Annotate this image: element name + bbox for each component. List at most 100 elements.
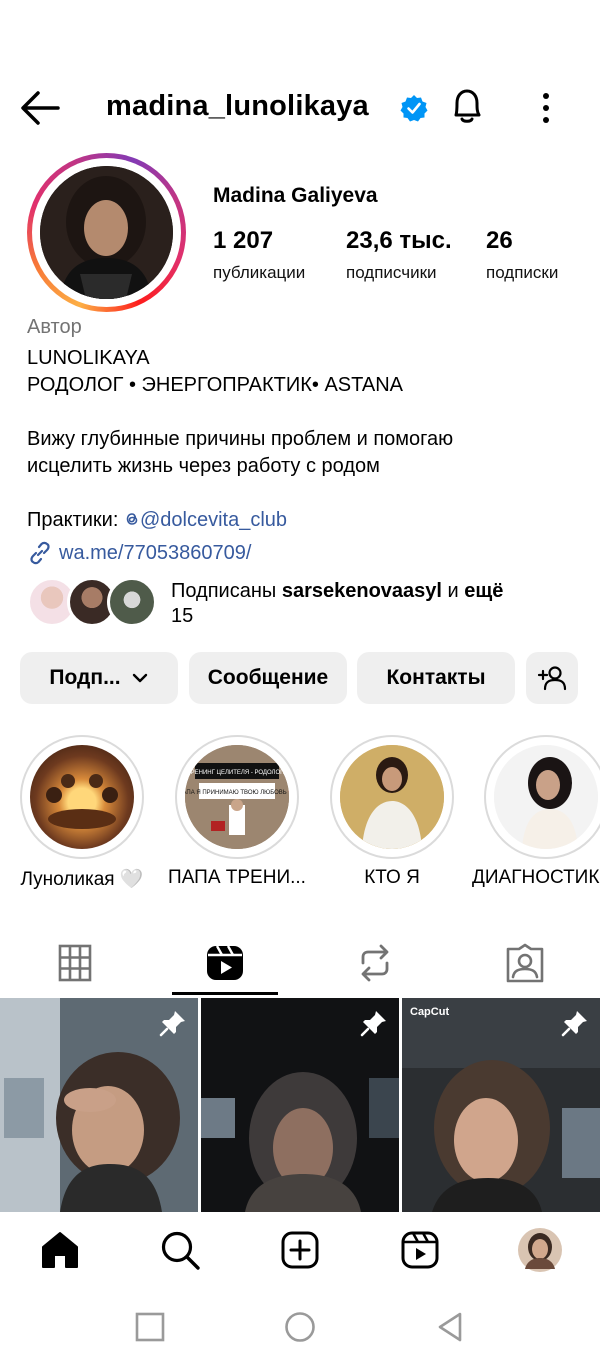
followed-count: 15 xyxy=(171,605,194,627)
reel-thumbnail[interactable] xyxy=(0,998,198,1212)
link-icon xyxy=(30,541,50,565)
followed-mid: и xyxy=(441,580,465,602)
recent-apps-icon[interactable] xyxy=(133,1310,167,1344)
practice-handle-text: @dolcevita_club xyxy=(139,509,288,531)
highlight-cover-art xyxy=(340,745,444,849)
add-user-icon xyxy=(537,666,567,691)
followed-user: sarsekenovaasyl xyxy=(281,580,442,602)
highlight-cover: ТРЕНИНГ ЦЕЛИТЕЛЯ - РОДОЛОГА ПАПА Я ПРИНИ… xyxy=(185,745,289,849)
tab-tagged[interactable] xyxy=(450,930,600,996)
profile-full-name: Madina Galiyeva xyxy=(213,184,378,207)
highlight-ring xyxy=(20,735,144,859)
tagged-icon xyxy=(506,943,544,983)
highlight-cover-art: ТРЕНИНГ ЦЕЛИТЕЛЯ - РОДОЛОГА ПАПА Я ПРИНИ… xyxy=(185,745,289,849)
bio-line xyxy=(27,480,587,507)
followed-prefix: Подписаны xyxy=(171,580,282,602)
contacts-button-label: Контакты xyxy=(386,666,486,689)
stat-following-value: 26 xyxy=(486,227,513,254)
highlight-label: ПАПА ТРЕНИ... xyxy=(168,867,306,888)
stat-followers-label: подписчики xyxy=(346,263,437,282)
bottom-navigation xyxy=(0,1212,600,1288)
reel-thumbnail[interactable] xyxy=(201,998,399,1212)
home-circle-icon[interactable] xyxy=(283,1310,317,1344)
highlight-cover-art xyxy=(46,774,118,829)
back-arrow-icon[interactable] xyxy=(18,88,62,128)
story-highlight[interactable]: ТРЕНИНГ ЦЕЛИТЕЛЯ - РОДОЛОГА ПАПА Я ПРИНИ… xyxy=(168,735,306,889)
stat-posts-label: публикации xyxy=(213,263,306,282)
nav-create[interactable] xyxy=(276,1226,324,1274)
profile-avatar-story-ring[interactable] xyxy=(27,153,186,312)
repost-icon xyxy=(361,944,389,982)
story-highlight[interactable]: ДИАГНОСТИК xyxy=(472,735,600,889)
nav-reels[interactable] xyxy=(396,1226,444,1274)
vertical-dots-icon[interactable] xyxy=(532,90,560,126)
story-highlight[interactable]: КТО Я xyxy=(329,735,455,889)
search-icon xyxy=(161,1231,200,1270)
nav-home[interactable] xyxy=(36,1226,84,1274)
home-icon xyxy=(42,1232,78,1268)
system-navigation-bar xyxy=(0,1290,600,1365)
profile-username: madina_lunolikaya xyxy=(106,90,369,122)
stat-following-label: подписки xyxy=(486,263,559,282)
highlight-cover xyxy=(30,745,134,849)
avatar-portrait xyxy=(40,166,173,299)
reels-grid: CapCut xyxy=(0,998,600,1212)
active-tab-indicator xyxy=(172,992,278,995)
profile-category: Автор xyxy=(27,316,82,338)
highlight-label: КТО Я xyxy=(364,867,420,888)
following-dropdown-button[interactable]: Подп... xyxy=(20,652,178,704)
bio-line: Вижу глубинные причины проблем и помогаю xyxy=(27,428,454,450)
bio-line: РОДОЛОГ • ЭНЕРГОПРАКТИК• ASTANA xyxy=(27,374,403,396)
message-button-label: Сообщение xyxy=(207,666,329,689)
nav-search[interactable] xyxy=(156,1226,204,1274)
bio-line: исцелить жизнь через работу с родом xyxy=(27,455,380,477)
reel-thumbnail[interactable]: CapCut xyxy=(402,998,600,1212)
avatar xyxy=(518,1228,562,1272)
bell-icon[interactable] xyxy=(448,86,486,126)
highlight-cover xyxy=(340,745,444,849)
highlight-cover xyxy=(494,745,598,849)
highlight-label: Луноликая 🤍 xyxy=(20,869,144,890)
story-highlight[interactable]: Луноликая 🤍 xyxy=(19,735,145,891)
chevron-down-icon xyxy=(132,673,147,683)
tab-posts-grid[interactable] xyxy=(0,930,150,996)
tab-reels[interactable] xyxy=(150,930,300,996)
pin-icon xyxy=(360,1011,386,1037)
grid-icon xyxy=(58,944,92,982)
profile-content-tabs xyxy=(0,930,600,996)
bio-practice-line: Практики: @dolcevita_club xyxy=(27,507,587,534)
back-triangle-icon[interactable] xyxy=(433,1310,467,1344)
capcut-watermark: CapCut xyxy=(410,1006,450,1018)
highlight-ring: ТРЕНИНГ ЦЕЛИТЕЛЯ - РОДОЛОГА ПАПА Я ПРИНИ… xyxy=(175,735,299,859)
following-button-label: Подп... xyxy=(49,666,121,689)
nav-profile[interactable] xyxy=(516,1226,564,1274)
mutual-follower-avatar xyxy=(107,577,157,627)
practice-handle-link[interactable]: @dolcevita_club xyxy=(124,509,287,531)
suggested-users-button[interactable] xyxy=(526,652,578,704)
highlight-cover-text-1: ТРЕНИНГ ЦЕЛИТЕЛЯ - РОДОЛОГА xyxy=(187,770,287,776)
profile-header: madina_lunolikaya xyxy=(0,70,600,144)
stat-followers-value: 23,6 тыс. xyxy=(346,227,452,254)
highlight-cover-art xyxy=(494,745,598,849)
followed-more: ещё xyxy=(464,580,504,602)
profile-avatar xyxy=(40,166,173,299)
profile-bio: LUNOLIKAYA РОДОЛОГ • ЭНЕРГОПРАКТИК• ASTA… xyxy=(27,345,587,534)
bio-line: LUNOLIKAYA xyxy=(27,347,150,369)
stat-following[interactable]: 26 подписки xyxy=(486,227,558,283)
tab-reposts[interactable] xyxy=(300,930,450,996)
plus-square-icon xyxy=(281,1231,319,1269)
stat-posts-value: 1 207 xyxy=(213,227,274,254)
stat-posts[interactable]: 1 207 публикации xyxy=(213,227,305,283)
reels-icon xyxy=(207,945,243,980)
contacts-button[interactable]: Контакты xyxy=(357,652,515,704)
mutual-followers-text: Подписаны sarsekenovaasyl и ещё 15 xyxy=(171,579,581,629)
avatar-border xyxy=(32,158,181,307)
message-button[interactable]: Сообщение xyxy=(189,652,347,704)
bio-line xyxy=(27,399,587,426)
threads-icon xyxy=(126,513,138,525)
profile-external-link[interactable]: wa.me/77053860709/ xyxy=(27,540,251,566)
mutual-followers-row[interactable]: Подписаны sarsekenovaasyl и ещё 15 xyxy=(27,575,587,631)
pin-icon xyxy=(159,1011,185,1037)
stat-followers[interactable]: 23,6 тыс. подписчики xyxy=(346,227,452,283)
highlight-ring xyxy=(330,735,454,859)
